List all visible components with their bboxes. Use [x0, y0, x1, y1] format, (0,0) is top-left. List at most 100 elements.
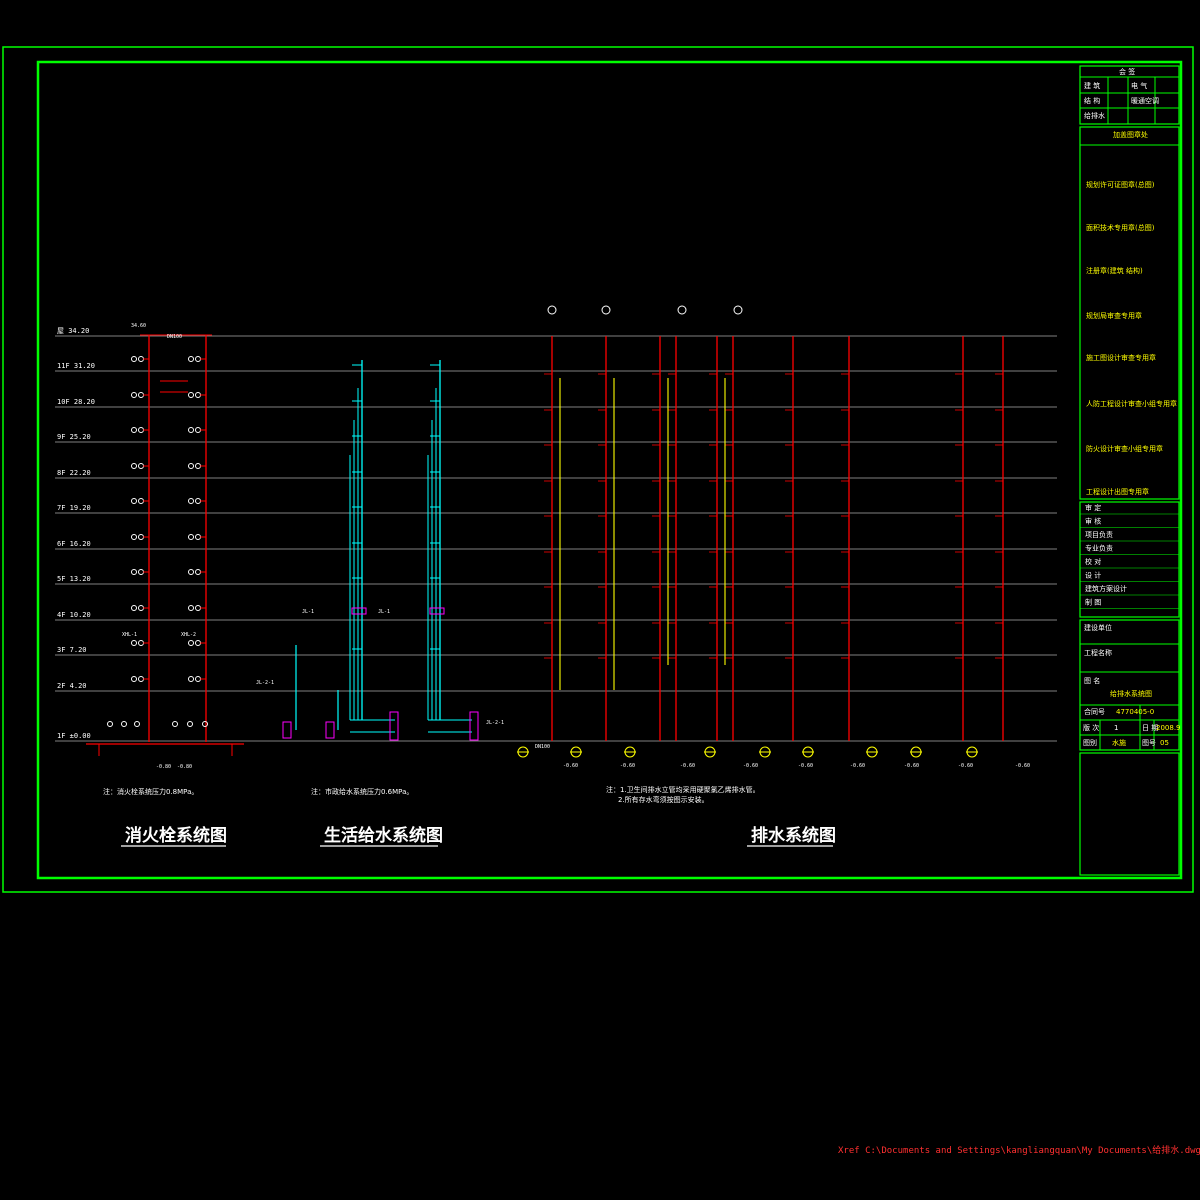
- tb-sign-right: 电 气: [1131, 81, 1147, 90]
- tb-sign-left: 建 筑: [1084, 81, 1100, 90]
- supply-riser-label-1: JL-1: [302, 609, 314, 615]
- tb-role-row: 审 核: [1085, 517, 1101, 526]
- floor-label: 5F 13.20: [57, 575, 91, 583]
- drain-elev-label: -0.60: [743, 763, 758, 769]
- tb-sign-right: 暖通空调: [1131, 96, 1159, 105]
- fire-riser-label-1: XHL-1: [122, 632, 137, 638]
- tb-client-label: 建设单位: [1084, 623, 1112, 632]
- fire-pipe-size: DN100: [167, 334, 182, 340]
- fire-hydrant-icon: [131, 356, 137, 362]
- tb-drawing-name: 给排水系统图: [1110, 689, 1152, 698]
- fire-hydrant-icon: [131, 569, 137, 575]
- supply-title: 生活给水系统图: [324, 825, 443, 846]
- fire-hydrant-icon: [188, 569, 194, 575]
- fire-riser-label-2: XHL-2: [181, 632, 196, 638]
- tb-stamp-header: 加盖图章处: [1113, 130, 1148, 139]
- fire-hydrant-icon: [188, 640, 194, 646]
- fire-hydrant-system: 34.60 XHL-1 XHL-2 DN100 -0.80 -0.80 注：消火…: [86, 323, 244, 847]
- tb-number-value: 05: [1160, 739, 1169, 747]
- fire-hydrant-icon: [131, 463, 137, 469]
- fire-hydrant-icon: [107, 721, 113, 727]
- fire-hydrant-icon: [195, 392, 201, 398]
- tb-stamp-row: 施工图设计审查专用章: [1086, 353, 1156, 362]
- fire-hydrant-icon: [195, 427, 201, 433]
- supply-note: 注：市政给水系统压力0.6MPa。: [311, 787, 413, 796]
- fire-hydrant-icon: [188, 605, 194, 611]
- fire-sub-elev-2: -0.80: [177, 764, 192, 770]
- vent-cap-icon: [677, 305, 687, 315]
- fire-hydrant-icon: [188, 463, 194, 469]
- tb-role-row: 制 图: [1085, 598, 1101, 607]
- fire-hydrant-icon: [188, 392, 194, 398]
- tb-role-row: 设 计: [1085, 571, 1101, 580]
- fire-hydrant-icon: [187, 721, 193, 727]
- vent-cap-icon: [601, 305, 611, 315]
- inner-frame: [36, 60, 1183, 880]
- tb-sign-header: 会 签: [1119, 67, 1135, 76]
- drain-elev-label: -0.60: [680, 763, 695, 769]
- fire-hydrant-icon: [195, 356, 201, 362]
- drain-elev-label: -0.60: [958, 763, 973, 769]
- tb-stamp-row: 防火设计审查小组专用章: [1086, 444, 1163, 453]
- fire-hydrant-icon: [138, 463, 144, 469]
- floor-label: 11F 31.20: [57, 362, 95, 370]
- fire-hydrant-icon: [188, 427, 194, 433]
- drain-elev-label: -0.60: [850, 763, 865, 769]
- drain-pipe-size: DN100: [535, 744, 550, 750]
- drainage-system: DN100 -0.60 -0.60 -0.60 -0.60 -0.60 -0.60 -0.6…: [517, 305, 1030, 847]
- fire-hydrant-icon: [138, 392, 144, 398]
- fire-hydrant-icon: [195, 534, 201, 540]
- fire-hydrant-icon: [195, 463, 201, 469]
- drawing-canvas: 屋 34.20 11F 31.20 10F 28.20 9F 25.20 8F 22.2…: [2, 46, 1200, 1156]
- tb-sheet-value: 水施: [1112, 738, 1126, 747]
- supply-riser-label-3: JL-2-1: [256, 680, 274, 686]
- fire-hydrant-icon: [131, 605, 137, 611]
- fire-hydrant-icon: [138, 534, 144, 540]
- floor-label: 屋 34.20: [57, 327, 89, 335]
- fire-title: 消火栓系统图: [125, 825, 227, 846]
- tb-role-row: 校 对: [1085, 557, 1101, 566]
- fire-hydrant-icon: [202, 721, 208, 727]
- fire-hydrant-icon: [138, 569, 144, 575]
- tb-sheet-label: 图别: [1083, 738, 1097, 747]
- tb-number-label: 图号: [1142, 739, 1156, 747]
- fire-hydrant-icon: [138, 427, 144, 433]
- fire-hydrant-icon: [131, 498, 137, 504]
- tb-stamp-row: 人防工程设计审查小组专用章: [1086, 399, 1177, 408]
- floor-label: 4F 10.20: [57, 611, 91, 619]
- tb-sign-left: 结 构: [1084, 96, 1100, 105]
- tb-contract-value: 4770405-0: [1116, 708, 1154, 716]
- drain-elev-label: -0.60: [798, 763, 813, 769]
- tb-project-label: 工程名称: [1084, 648, 1112, 657]
- floor-label: 9F 25.20: [57, 433, 91, 441]
- water-supply-system: JL-1 JL-1 JL-2-1 JL-2-1 注：市政给水系统压力0.6MPa…: [256, 360, 504, 847]
- floor-label: 7F 19.20: [57, 504, 91, 512]
- fire-hydrant-icon: [121, 721, 127, 727]
- tb-role-row: 专业负责: [1085, 544, 1113, 553]
- floor-label: 2F 4.20: [57, 682, 87, 690]
- supply-riser-label-4: JL-2-1: [486, 720, 504, 726]
- xref-path: Xref C:\Documents and Settings\kangliang…: [838, 1144, 1200, 1156]
- fire-roof-elev: 34.60: [131, 323, 146, 329]
- fire-hydrant-icon: [188, 498, 194, 504]
- floor-label: 10F 28.20: [57, 398, 95, 406]
- fire-hydrant-icon: [134, 721, 140, 727]
- fire-hydrant-icon: [131, 427, 137, 433]
- floor-label: 8F 22.20: [57, 469, 91, 477]
- fire-hydrant-icon: [195, 569, 201, 575]
- fire-sub-elev-1: -0.80: [156, 764, 171, 770]
- fire-hydrant-icon: [138, 498, 144, 504]
- tb-drawing-label: 图 名: [1084, 676, 1100, 685]
- fire-hydrant-icon: [131, 534, 137, 540]
- vent-cap-icon: [733, 305, 743, 315]
- supply-riser-label-2: JL-1: [378, 609, 390, 615]
- title-block: 会 签 建 筑 电 气结 构 暖通空调给排水 加盖图章处 规划许可证图章(总图) 面积…: [1079, 65, 1181, 876]
- drain-note-1: 注：1.卫生间排水立管均采用硬聚氯乙烯排水管。: [606, 785, 760, 794]
- fire-hydrant-icon: [138, 676, 144, 682]
- fire-hydrant-icon: [188, 534, 194, 540]
- fire-hydrant-icon: [172, 721, 178, 727]
- fire-hydrant-icon: [188, 356, 194, 362]
- floor-label: 3F 7.20: [57, 646, 87, 654]
- drain-elev-label: -0.60: [563, 763, 578, 769]
- fire-hydrant-icon: [195, 605, 201, 611]
